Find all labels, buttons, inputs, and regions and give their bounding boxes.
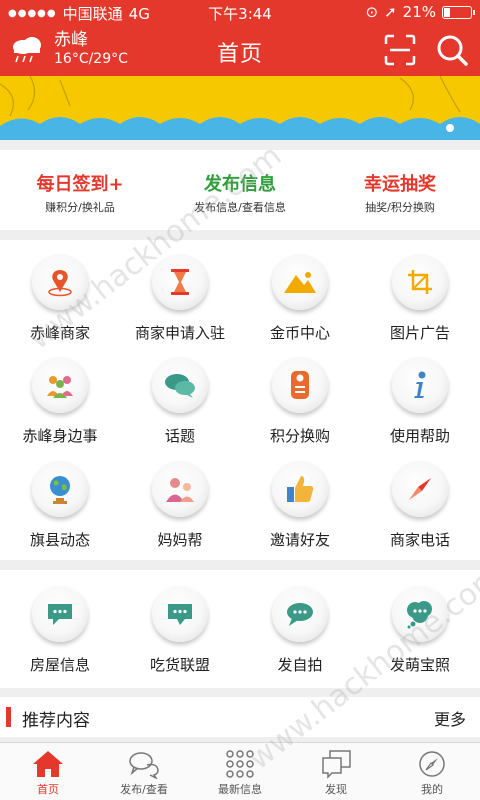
menu-item-foodies[interactable]: 吃货联盟 bbox=[120, 582, 240, 684]
globe-icon bbox=[32, 460, 88, 517]
quick-actions: 每日签到+ 赚积分/换礼品 发布信息 发布信息/查看信息 幸运抽奖 抽奖/积分换… bbox=[0, 150, 480, 230]
menu-item-moms-group[interactable]: 妈妈帮 bbox=[120, 457, 240, 559]
battery-label: 21% bbox=[402, 3, 436, 21]
recommend-section-header: 推荐内容 更多 bbox=[0, 697, 480, 737]
menu-item-merchant-apply[interactable]: 商家申请入驻 bbox=[120, 250, 240, 352]
door-tag-icon bbox=[272, 357, 328, 414]
rotation-lock-icon: ⊙ bbox=[365, 3, 379, 21]
menu-item-county-news[interactable]: 旗县动态 bbox=[0, 457, 120, 559]
status-bar: ●●●●● 中国联通 4G 下午3:44 ⊙ ➚ 21% bbox=[0, 0, 480, 24]
menu-item-image-ads[interactable]: 图片广告 bbox=[360, 250, 480, 352]
tab-home[interactable]: 首页 bbox=[0, 743, 96, 800]
thumbs-up-icon bbox=[272, 460, 328, 517]
bottom-tab-bar: 首页 发布/查看 最新信息 发现 我的 bbox=[0, 742, 480, 800]
tab-label: 最新信息 bbox=[218, 783, 262, 796]
quick-action-title: 幸运抽奖 bbox=[364, 174, 436, 195]
battery-icon bbox=[442, 5, 475, 19]
tab-discover[interactable]: 发现 bbox=[288, 743, 384, 800]
hourglass-icon bbox=[152, 254, 208, 310]
message-icon bbox=[152, 586, 208, 642]
quick-action-lottery[interactable]: 幸运抽奖 抽奖/积分换购 bbox=[320, 150, 480, 230]
menu-item-label: 房屋信息 bbox=[29, 656, 90, 674]
location-pin-icon bbox=[32, 254, 88, 310]
mountain-icon bbox=[272, 254, 328, 310]
menu-item-label: 妈妈帮 bbox=[157, 530, 203, 549]
menu-item-coin-center[interactable]: 金币中心 bbox=[240, 250, 360, 352]
more-link[interactable]: 更多 bbox=[434, 706, 466, 730]
quick-action-title: 每日签到+ bbox=[36, 174, 124, 195]
tab-label: 首页 bbox=[37, 783, 59, 796]
chat-bubbles-icon bbox=[152, 357, 208, 414]
tab-label: 发布/查看 bbox=[120, 783, 168, 796]
menu-item-baby-photos[interactable]: 发萌宝照 bbox=[360, 582, 480, 684]
quick-action-subtitle: 抽奖/积分换购 bbox=[365, 201, 435, 214]
message-icon bbox=[32, 586, 88, 642]
scan-button[interactable] bbox=[384, 34, 416, 66]
location-arrow-icon: ➚ bbox=[384, 3, 397, 21]
menu-item-selfie[interactable]: 发自拍 bbox=[240, 582, 360, 684]
menu-item-topics[interactable]: 话题 bbox=[120, 353, 240, 455]
tab-label: 我的 bbox=[421, 783, 443, 796]
menu-item-local-news[interactable]: 赤峰身边事 bbox=[0, 353, 120, 455]
menu-item-label: 吃货联盟 bbox=[149, 656, 210, 674]
banner-image bbox=[0, 76, 480, 140]
menu-item-label: 邀请好友 bbox=[269, 530, 330, 549]
people-icon bbox=[32, 357, 88, 414]
tab-publish-view[interactable]: 发布/查看 bbox=[96, 743, 192, 800]
header: 赤峰 16°C/29°C 首页 bbox=[0, 24, 480, 76]
banner-carousel[interactable] bbox=[0, 76, 480, 140]
recommend-title: 推荐内容 bbox=[22, 711, 90, 731]
menu-item-label: 话题 bbox=[164, 427, 195, 446]
quick-action-checkin[interactable]: 每日签到+ 赚积分/换礼品 bbox=[0, 150, 160, 230]
message-cloud-icon bbox=[392, 586, 448, 642]
menu-item-label: 发萌宝照 bbox=[389, 656, 450, 674]
dots-grid-icon bbox=[223, 749, 257, 779]
message-round-icon bbox=[272, 586, 328, 642]
main-menu-grid: 赤峰商家 商家申请入驻 金币中心 图片广告 赤峰身边事 话题 积分换购 使用帮助… bbox=[0, 240, 480, 560]
menu-item-invite-friends[interactable]: 邀请好友 bbox=[240, 457, 360, 559]
search-button[interactable] bbox=[436, 34, 468, 66]
menu-item-label: 积分换购 bbox=[269, 427, 330, 446]
compass-icon bbox=[392, 460, 448, 517]
menu-item-label: 使用帮助 bbox=[389, 427, 450, 446]
menu-item-points-exchange[interactable]: 积分换购 bbox=[240, 353, 360, 455]
section-accent-bar bbox=[6, 707, 11, 727]
menu-item-merchants[interactable]: 赤峰商家 bbox=[0, 250, 120, 352]
carousel-indicator[interactable] bbox=[446, 124, 454, 132]
menu-item-label: 金币中心 bbox=[269, 324, 330, 342]
menu-item-label: 商家电话 bbox=[389, 530, 450, 549]
home-icon bbox=[31, 749, 65, 779]
tab-label: 发现 bbox=[325, 783, 347, 796]
family-icon bbox=[152, 460, 208, 517]
scan-icon bbox=[384, 34, 416, 66]
menu-item-help[interactable]: 使用帮助 bbox=[360, 353, 480, 455]
tab-mine[interactable]: 我的 bbox=[384, 743, 480, 800]
menu-item-housing[interactable]: 房屋信息 bbox=[0, 582, 120, 684]
crop-icon bbox=[392, 254, 448, 310]
info-icon bbox=[392, 357, 448, 414]
secondary-menu-grid: 房屋信息 吃货联盟 发自拍 发萌宝照 bbox=[0, 570, 480, 688]
menu-item-label: 赤峰身边事 bbox=[22, 427, 98, 446]
quick-action-title: 发布信息 bbox=[204, 174, 276, 195]
discover-icon bbox=[319, 749, 353, 779]
compass-tab-icon bbox=[415, 749, 449, 779]
menu-item-label: 发自拍 bbox=[277, 656, 323, 674]
menu-item-merchant-phone[interactable]: 商家电话 bbox=[360, 457, 480, 559]
quick-action-publish[interactable]: 发布信息 发布信息/查看信息 bbox=[160, 150, 320, 230]
quick-action-subtitle: 发布信息/查看信息 bbox=[194, 201, 286, 214]
status-right: ⊙ ➚ 21% bbox=[365, 3, 475, 21]
quick-action-subtitle: 赚积分/换礼品 bbox=[45, 201, 115, 214]
search-icon bbox=[437, 35, 468, 66]
menu-item-label: 旗县动态 bbox=[29, 530, 90, 549]
chat-icon bbox=[127, 749, 161, 780]
menu-item-label: 商家申请入驻 bbox=[134, 324, 225, 342]
menu-item-label: 赤峰商家 bbox=[29, 324, 90, 342]
tab-latest[interactable]: 最新信息 bbox=[192, 743, 288, 800]
menu-item-label: 图片广告 bbox=[389, 324, 450, 342]
